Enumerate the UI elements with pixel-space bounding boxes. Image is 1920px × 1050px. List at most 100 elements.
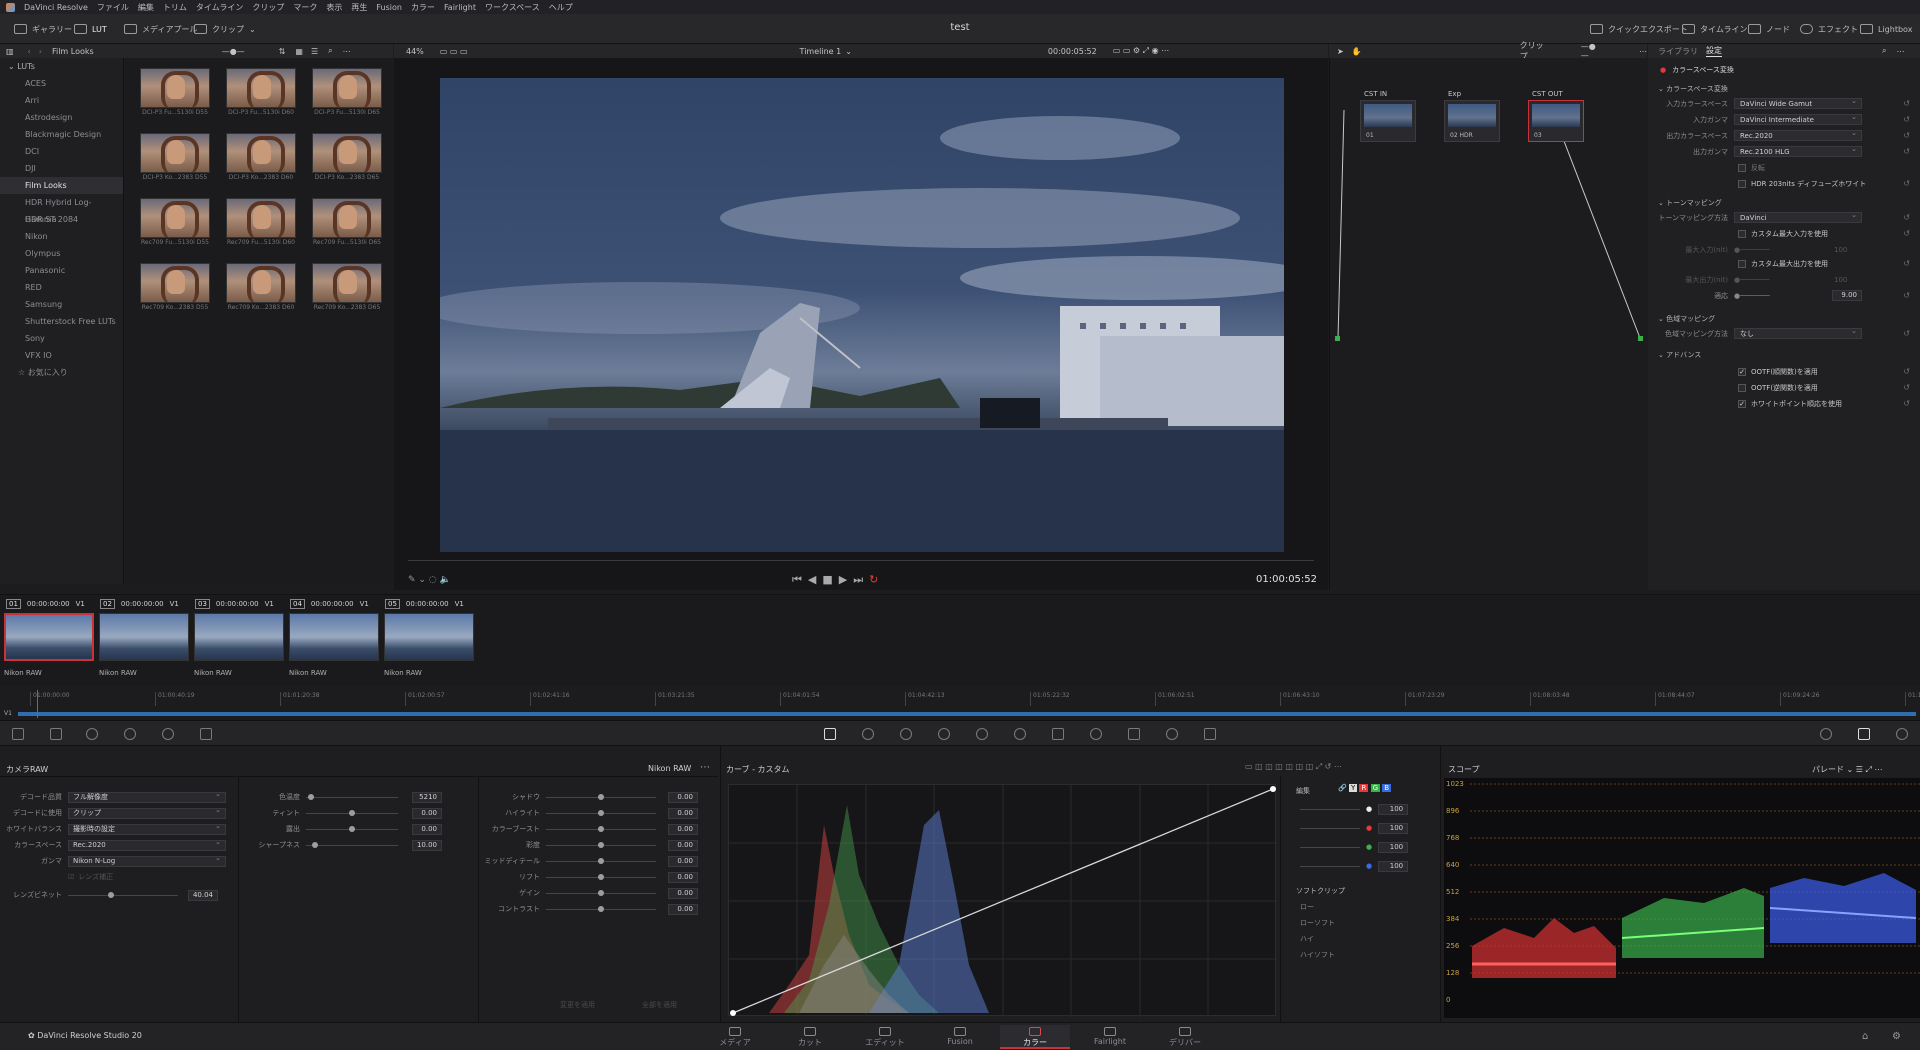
lut-thumbnail[interactable]: Rec709 Ko...2383 D60 bbox=[226, 263, 296, 311]
hdr203-checkbox[interactable] bbox=[1738, 179, 1746, 188]
input-gamma-select[interactable]: DaVinci Intermediate bbox=[1734, 112, 1862, 125]
key-icon[interactable] bbox=[1090, 728, 1102, 740]
intensity-value-r[interactable]: 100 bbox=[1378, 822, 1409, 834]
forward-icon[interactable]: › bbox=[39, 47, 42, 56]
lut-folder-sony[interactable]: Sony bbox=[0, 330, 123, 347]
lut-thumbnail[interactable]: Rec709 Fu...5130i D60 bbox=[226, 198, 296, 246]
apply-all-button[interactable]: 全部を適用 bbox=[642, 1000, 677, 1010]
menu-view[interactable]: 表示 bbox=[326, 2, 342, 13]
highlight-value[interactable]: 0.00 bbox=[668, 807, 698, 819]
raw-colorspace-select[interactable]: Rec.2020 bbox=[68, 838, 226, 851]
tint-value[interactable]: 0.00 bbox=[412, 807, 442, 819]
lut-thumbnail[interactable]: DCI-P3 Fu...5130i D65 bbox=[312, 68, 382, 116]
page-deliver[interactable]: デリバー bbox=[1150, 1025, 1220, 1049]
search-icon[interactable]: ⌕ bbox=[328, 46, 332, 56]
ootf-inverse-checkbox[interactable] bbox=[1738, 383, 1746, 392]
slider-knob[interactable] bbox=[349, 825, 355, 832]
custom-max-in-checkbox[interactable] bbox=[1738, 229, 1746, 238]
lut-folder-aces[interactable]: ACES bbox=[0, 75, 123, 92]
viewer-mode-icon[interactable]: ▭ ▭ ▭ bbox=[440, 47, 468, 56]
tab-settings[interactable]: 設定 bbox=[1706, 45, 1722, 57]
keyframes-icon[interactable] bbox=[1820, 728, 1832, 740]
sharpness-value[interactable]: 10.00 bbox=[412, 839, 442, 851]
contrast-value[interactable]: 0.00 bbox=[668, 903, 698, 915]
menu-playback[interactable]: 再生 bbox=[351, 2, 367, 13]
gain-value[interactable]: 0.00 bbox=[668, 887, 698, 899]
temperature-value[interactable]: 5210 bbox=[412, 791, 442, 803]
lut-folder-vfxio[interactable]: VFX IO bbox=[0, 347, 123, 364]
lut-folder-dji[interactable]: DJI bbox=[0, 160, 123, 177]
intensity-value-g[interactable]: 100 bbox=[1378, 841, 1409, 853]
scopes-icon[interactable] bbox=[1858, 728, 1870, 740]
lut-folder-blackmagic[interactable]: Blackmagic Design bbox=[0, 126, 123, 143]
lut-thumbnail[interactable]: Rec709 Fu...5130i D55 bbox=[140, 198, 210, 246]
max-in-value[interactable]: 100 bbox=[1834, 246, 1847, 254]
menu-fairlight[interactable]: Fairlight bbox=[444, 3, 476, 12]
lut-thumbnail[interactable]: DCI-P3 Fu...5130i D55 bbox=[140, 68, 210, 116]
tracker-icon[interactable] bbox=[976, 728, 988, 740]
lut-root[interactable]: ⌄ LUTs bbox=[0, 58, 123, 75]
contrast-slider[interactable] bbox=[546, 905, 656, 912]
reset-icon[interactable]: ↺ bbox=[1903, 383, 1910, 392]
more-icon[interactable]: ⋯ bbox=[343, 47, 351, 56]
ootf-forward-checkbox[interactable]: ✓ bbox=[1738, 367, 1746, 376]
back-icon[interactable]: ‹ bbox=[28, 47, 31, 56]
node-cst-out[interactable]: 03 bbox=[1528, 100, 1584, 142]
slider-knob[interactable] bbox=[598, 857, 604, 864]
invert-checkbox[interactable] bbox=[1738, 163, 1746, 172]
color-boost-slider[interactable] bbox=[546, 825, 656, 832]
lut-folder-favorites[interactable]: ☆ お気に入り bbox=[0, 364, 123, 381]
tone-method-select[interactable]: DaVinci bbox=[1734, 210, 1862, 223]
menu-color[interactable]: カラー bbox=[411, 2, 435, 13]
lens-correction-checkbox[interactable]: ☑ bbox=[68, 873, 74, 881]
window-icon[interactable] bbox=[938, 728, 950, 740]
color-warper-icon[interactable] bbox=[862, 728, 874, 740]
reset-icon[interactable]: ↺ bbox=[1903, 367, 1910, 376]
zoom-select[interactable]: 44% bbox=[406, 47, 424, 56]
intensity-value-y[interactable]: 100 bbox=[1378, 803, 1409, 815]
lut-thumbnail[interactable]: Rec709 Fu...5130i D65 bbox=[312, 198, 382, 246]
node-editor[interactable]: CST IN 01 Exp 02 HDR CST OUT 03 bbox=[1329, 58, 1647, 590]
menu-fusion[interactable]: Fusion bbox=[376, 3, 402, 12]
output-colorspace-select[interactable]: Rec.2020 bbox=[1734, 128, 1862, 141]
magic-mask-icon[interactable] bbox=[1014, 728, 1026, 740]
list-view-icon[interactable]: ☰ bbox=[311, 47, 318, 56]
lightbox-button[interactable]: Lightbox bbox=[1860, 14, 1912, 44]
stereo-icon[interactable] bbox=[1204, 728, 1216, 740]
decode-using-select[interactable]: クリップ bbox=[68, 806, 226, 819]
blur-icon[interactable] bbox=[1052, 728, 1064, 740]
max-out-slider[interactable]: ●─────── bbox=[1734, 276, 1824, 284]
node-cst-in[interactable]: 01 bbox=[1360, 100, 1416, 142]
custom-max-out-checkbox[interactable] bbox=[1738, 259, 1746, 268]
reset-icon[interactable]: ↺ bbox=[1903, 179, 1910, 188]
menu-mark[interactable]: マーク bbox=[293, 2, 317, 13]
lift-value[interactable]: 0.00 bbox=[668, 871, 698, 883]
exposure-slider[interactable] bbox=[306, 825, 398, 832]
hand-icon[interactable]: ✋ bbox=[1352, 47, 1362, 56]
slider-knob[interactable] bbox=[598, 873, 604, 880]
lut-folder-shutterstock[interactable]: Shutterstock Free LUTs bbox=[0, 313, 123, 330]
lut-folder-astrodesign[interactable]: Astrodesign bbox=[0, 109, 123, 126]
slider-knob[interactable] bbox=[108, 891, 114, 898]
slider-knob[interactable] bbox=[308, 793, 314, 800]
max-out-value[interactable]: 100 bbox=[1834, 276, 1847, 284]
slider-knob[interactable] bbox=[598, 793, 604, 800]
sharpness-slider[interactable] bbox=[306, 841, 398, 848]
mid-detail-value[interactable]: 0.00 bbox=[668, 855, 698, 867]
tint-slider[interactable] bbox=[306, 809, 398, 816]
temperature-slider[interactable] bbox=[306, 793, 398, 800]
exposure-value[interactable]: 0.00 bbox=[412, 823, 442, 835]
slider-knob[interactable] bbox=[312, 841, 318, 848]
playhead[interactable] bbox=[37, 690, 38, 718]
more-icon[interactable]: ⋯ bbox=[700, 762, 710, 773]
reset-icon[interactable]: ↺ bbox=[1903, 259, 1910, 268]
pointer-icon[interactable]: ➤ bbox=[1337, 47, 1344, 56]
motion-effects-icon[interactable] bbox=[200, 728, 212, 740]
max-in-slider[interactable]: ●─────── bbox=[1734, 246, 1824, 254]
decode-quality-select[interactable]: フル解像度 bbox=[68, 790, 226, 803]
page-cut[interactable]: カット bbox=[775, 1025, 845, 1049]
reset-icon[interactable]: ↺ bbox=[1903, 115, 1910, 124]
vignette-value[interactable]: 40.04 bbox=[188, 889, 218, 901]
group-header-advanced[interactable]: ⌄ アドバンス bbox=[1658, 350, 1701, 360]
mid-detail-slider[interactable] bbox=[546, 857, 656, 864]
